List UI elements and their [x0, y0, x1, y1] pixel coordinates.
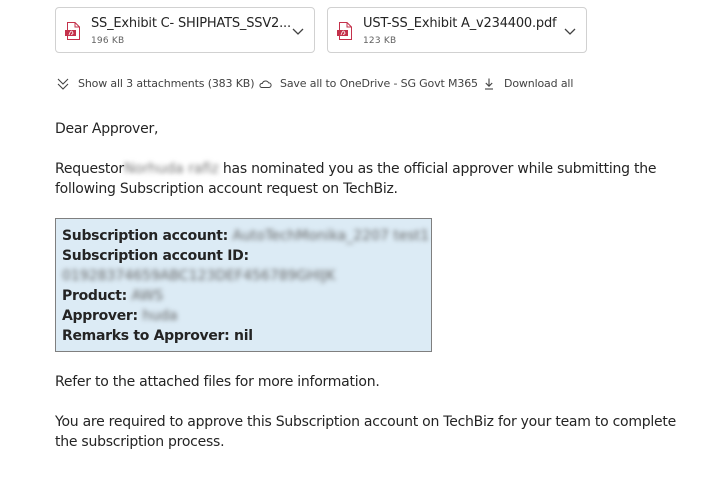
attachment-name: UST-SS_Exhibit A_v234400.pdf — [363, 16, 557, 31]
attachment-size: 123 KB — [363, 36, 397, 46]
double-chevron-down-icon — [57, 78, 69, 90]
download-all-label: Download all — [504, 77, 574, 90]
remarks-value: nil — [234, 328, 253, 344]
subscription-account-id-row: Subscription account ID: — [62, 246, 425, 266]
subscription-account-row: Subscription account: AutoTechMonika_220… — [62, 226, 429, 246]
cloud-icon — [259, 80, 272, 88]
download-icon — [485, 78, 493, 90]
pdf-file-icon — [65, 22, 80, 40]
show-all-label: Show all 3 attachments (383 KB) — [78, 77, 255, 90]
pdf-file-icon — [337, 22, 352, 40]
attachment-card-1[interactable]: SS_Exhibit C- SHIPHATS_SSV2... 196 KB — [55, 7, 315, 53]
product-label: Product: — [62, 288, 127, 304]
requestor-prefix: Requestor — [55, 161, 124, 177]
attachment-name: SS_Exhibit C- SHIPHATS_SSV2... — [91, 16, 291, 31]
attachment-size: 196 KB — [91, 36, 125, 46]
subscription-account-label: Subscription account: — [62, 228, 228, 244]
email-greeting: Dear Approver, — [55, 121, 159, 137]
subscription-account-value: AutoTechMonika_2207 test1 — [232, 228, 430, 244]
chevron-down-icon[interactable] — [291, 24, 305, 38]
remarks-label: Remarks to Approver: — [62, 328, 230, 344]
subscription-account-id-value: 01928374659ABC123DEF456789GHIJK — [62, 268, 336, 284]
approver-label: Approver: — [62, 308, 138, 324]
save-all-label: Save all to OneDrive - SG Govt M365 — [280, 77, 478, 90]
chevron-down-icon[interactable] — [563, 24, 577, 38]
requestor-name-redacted: Norhuda rafiz — [123, 161, 219, 177]
product-value: AWS — [131, 288, 164, 304]
email-paragraph-refer: Refer to the attached files for more inf… — [55, 374, 380, 390]
subscription-account-id-label: Subscription account ID: — [62, 248, 249, 264]
attachment-card-2[interactable]: UST-SS_Exhibit A_v234400.pdf 123 KB — [327, 7, 587, 53]
approver-row: Approver: huda — [62, 306, 425, 326]
remarks-row: Remarks to Approver: nil — [62, 326, 425, 346]
product-row: Product: AWS — [62, 286, 425, 306]
email-reading-pane: SS_Exhibit C- SHIPHATS_SSV2... 196 KB US… — [0, 0, 709, 478]
email-paragraph-nomination: RequestorNorhuda rafiz has nominated you… — [55, 159, 675, 199]
email-paragraph-approve: You are required to approve this Subscri… — [55, 414, 676, 450]
subscription-account-id-value-row: 01928374659ABC123DEF456789GHIJK — [62, 266, 425, 286]
approver-value: huda — [142, 308, 178, 324]
subscription-details-box: Subscription account: AutoTechMonika_220… — [55, 218, 432, 352]
